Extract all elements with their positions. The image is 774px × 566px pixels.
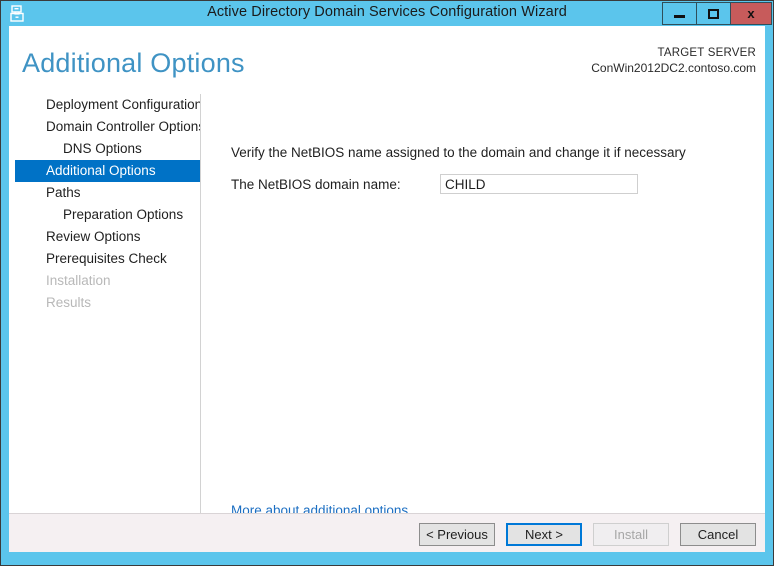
window-controls: x	[662, 2, 772, 25]
sidebar-item-review-options[interactable]: Review Options	[9, 226, 200, 248]
netbios-domain-name-input[interactable]	[440, 174, 638, 194]
install-button: Install	[593, 523, 669, 546]
sidebar-item-preparation-options[interactable]: Preparation Options	[9, 204, 200, 226]
sidebar-item-installation: Installation	[46, 273, 111, 288]
client-area: Additional Options TARGET SERVER ConWin2…	[9, 26, 765, 552]
window-title: Active Directory Domain Services Configu…	[207, 4, 567, 20]
wizard-footer: < Previous Next > Install Cancel	[9, 513, 765, 552]
page-header: Additional Options TARGET SERVER ConWin2…	[9, 26, 765, 94]
minimize-button[interactable]	[662, 2, 696, 25]
sidebar-item-prerequisites-check[interactable]: Prerequisites Check	[9, 248, 200, 270]
sidebar-item-results: Results	[46, 295, 92, 310]
maximize-button[interactable]	[696, 2, 730, 25]
title-bar[interactable]: Active Directory Domain Services Configu…	[1, 1, 773, 26]
previous-button[interactable]: < Previous	[419, 523, 495, 546]
sidebar-item-dns-options[interactable]: DNS Options	[9, 138, 200, 160]
sidebar-item-domain-controller-options[interactable]: Domain Controller Options	[9, 116, 205, 138]
target-server-label: TARGET SERVER	[657, 47, 756, 59]
next-button[interactable]: Next >	[506, 523, 582, 546]
netbios-field-label: The NetBIOS domain name:	[231, 177, 401, 192]
wizard-window: Active Directory Domain Services Configu…	[0, 0, 774, 566]
sidebar-item-paths[interactable]: Paths	[9, 182, 200, 204]
wizard-button-row: < Previous Next > Install Cancel	[419, 523, 756, 546]
minimize-icon	[674, 15, 685, 18]
wizard-nav-list: Deployment Configuration Domain Controlle…	[9, 94, 205, 513]
page-title: Additional Options	[22, 48, 245, 78]
maximize-icon	[708, 8, 719, 19]
instruction-text: Verify the NetBIOS name assigned to the …	[231, 145, 686, 160]
cancel-button[interactable]: Cancel	[680, 523, 756, 546]
target-server-block: TARGET SERVER ConWin2012DC2.contoso.com	[591, 46, 756, 76]
close-button[interactable]: x	[730, 2, 772, 25]
sidebar-item-deployment-configuration[interactable]: Deployment Configuration	[9, 94, 202, 116]
target-server-name: ConWin2012DC2.contoso.com	[591, 61, 756, 75]
main-content: Verify the NetBIOS name assigned to the …	[201, 94, 765, 518]
sidebar-item-additional-options[interactable]: Additional Options	[15, 160, 200, 182]
